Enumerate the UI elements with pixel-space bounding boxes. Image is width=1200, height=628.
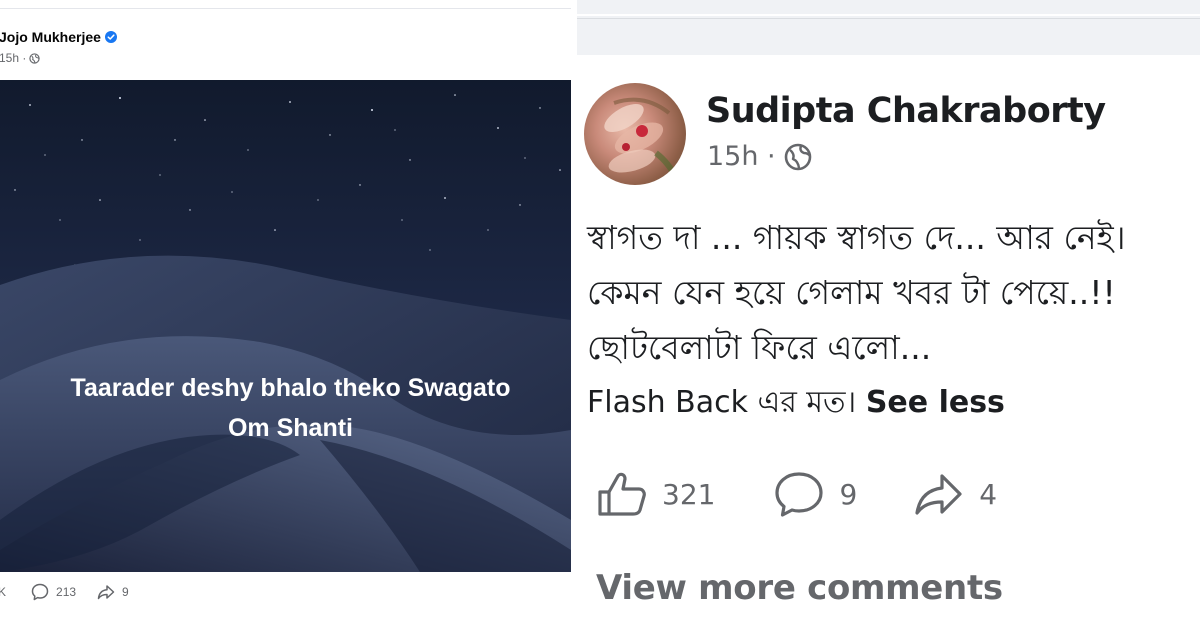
post-caption: Taarader deshy bhalo theko Swagato Om Sh… [0,368,571,448]
share-icon [97,585,115,600]
share-button[interactable]: 9 [96,582,129,602]
right-post: Sudipta Chakraborty 15h · স্বাগত দা ... … [577,0,1200,628]
verified-badge-icon [104,31,117,43]
post-body-line: Flash Back এর মত। See less [587,375,1200,430]
post-author[interactable]: Sudipta Chakraborty [706,91,1106,131]
post-meta: 15h · [0,51,41,65]
like-count: 321 [662,477,716,511]
avatar[interactable] [584,83,686,185]
caption-line: Taarader deshy bhalo theko Swagato [70,374,511,402]
reaction-count[interactable]: K [0,585,6,599]
divider [577,18,1200,19]
globe-icon [784,143,811,170]
comment-icon [775,472,824,517]
globe-icon [29,52,41,64]
author-name[interactable]: Jojo Mukherjee [0,29,101,45]
post-body-line: ছোটবেলাটা ফিরে এলো... [587,328,932,367]
post-time[interactable]: 15h · [0,51,26,65]
see-less-link[interactable]: See less [866,385,1005,420]
share-icon [915,474,962,515]
avatar-image [604,97,679,180]
desert-night-illustration [0,80,571,572]
comment-count: 9 [839,477,858,511]
comment-button[interactable]: 9 [773,470,857,518]
share-button[interactable]: 4 [913,470,997,518]
caption-line: Om Shanti [227,414,353,442]
comment-button[interactable]: 213 [30,582,76,602]
post-meta: 15h · [707,141,813,172]
like-button[interactable]: 321 [596,470,715,518]
post-body-line: স্বাগত দা ... গায়ক স্বাগত দে... আর নেই। [587,218,1126,257]
share-count: 9 [122,585,129,599]
header-band [577,0,1200,55]
post-body-last-text: Flash Back এর মত। [587,385,857,420]
divider [577,14,1200,16]
post-body: স্বাগত দা ... গায়ক স্বাগত দে... আর নেই।… [587,210,1200,430]
share-count: 4 [979,477,998,511]
post-action-bar: K 213 9 [0,582,129,602]
comment-icon [31,583,49,601]
post-action-bar: 321 9 4 [596,470,997,518]
divider [0,8,571,9]
post-image[interactable]: Taarader deshy bhalo theko Swagato Om Sh… [0,80,571,572]
post-body-line: কেমন যেন হয়ে গেলাম খবর টা পেয়ে..!! [587,273,1116,312]
like-icon [598,472,646,516]
comment-count: 213 [56,585,77,599]
post-time[interactable]: 15h · [707,141,776,172]
view-more-comments-link[interactable]: View more comments [596,568,1003,608]
post-author[interactable]: Jojo Mukherjee [0,29,117,45]
left-post: Jojo Mukherjee 15h · Taarader deshy bhal… [0,0,571,628]
